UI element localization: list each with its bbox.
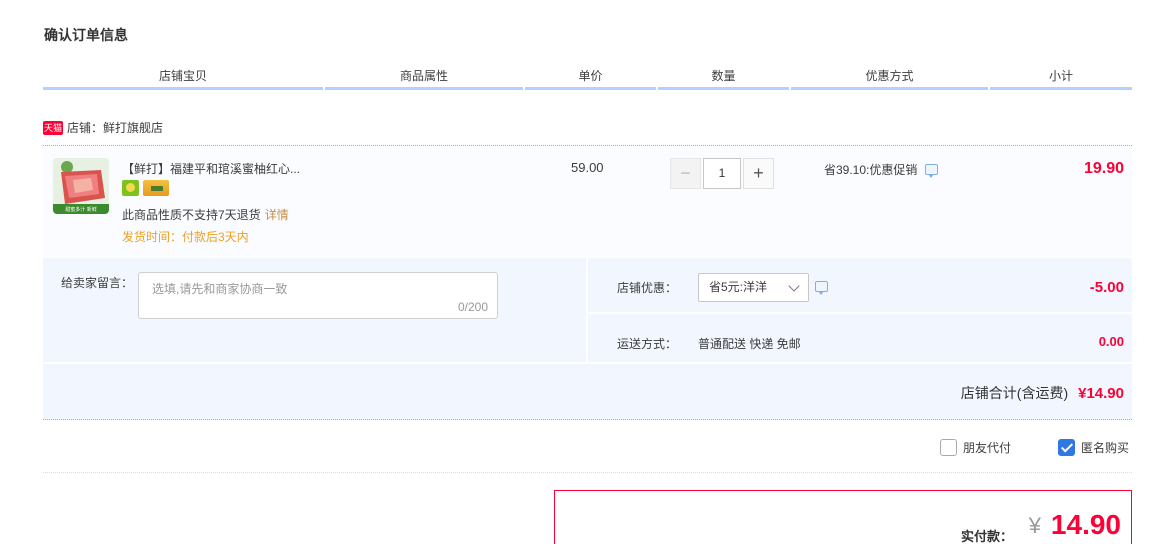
anonymous-option[interactable]: 匿名购买 xyxy=(1058,439,1129,456)
message-char-count: 0/200 xyxy=(457,300,488,314)
shipping-method: 普通配送 快递 免邮 xyxy=(698,337,801,351)
column-quantity: 数量 xyxy=(658,68,789,90)
shop-promo-select[interactable]: 省5元:洋洋 xyxy=(698,273,809,302)
tmall-icon: 天猫 xyxy=(43,120,63,135)
divider xyxy=(586,258,588,362)
quantity-input[interactable]: 1 xyxy=(703,158,741,189)
column-header: 店铺宝贝 商品属性 单价 数量 优惠方式 小计 xyxy=(43,68,1132,90)
page-title: 确认订单信息 xyxy=(44,27,128,43)
divider xyxy=(588,312,1132,314)
item-discount: 省39.10:优惠促销 xyxy=(824,161,939,178)
ship-time: 发货时间：付款后3天内 xyxy=(122,230,249,244)
shop-promo-value: 省5元:洋洋 xyxy=(709,280,768,294)
no-return-text: 此商品性质不支持7天退货 xyxy=(122,208,261,222)
shop-promo-amount: -5.00 xyxy=(1089,279,1124,296)
item-discount-text: 省39.10:优惠促销 xyxy=(824,163,918,177)
quantity-plus-button[interactable]: + xyxy=(743,158,774,189)
order-extras: 给卖家留言： 选填,请先和商家协商一致 0/200 店铺优惠： 省5元:洋洋 -… xyxy=(43,258,1132,420)
column-subtotal: 小计 xyxy=(990,68,1132,90)
item-title[interactable]: 【鲜打】福建平和琯溪蜜柚红心... xyxy=(122,160,300,177)
friend-pay-label: 朋友代付 xyxy=(963,441,1012,455)
shop-total: 店铺合计(含运费) ¥14.90 xyxy=(961,383,1124,403)
guarantee-icon[interactable] xyxy=(122,180,139,196)
credit-card-icon[interactable] xyxy=(143,180,169,196)
shipping-amount: 0.00 xyxy=(1098,334,1124,349)
shop-total-label: 店铺合计(含运费) xyxy=(960,385,1069,401)
message-placeholder: 选填,请先和商家协商一致 xyxy=(152,282,288,296)
chat-icon[interactable] xyxy=(925,164,939,178)
shop-promo-label: 店铺优惠： xyxy=(617,281,678,295)
payment-amount: 14.90 xyxy=(1050,509,1121,540)
anonymous-label: 匿名购买 xyxy=(1081,441,1130,455)
payment-summary: 实付款： ¥ 14.90 xyxy=(554,490,1132,544)
no-return-detail-link[interactable]: 详情 xyxy=(265,208,289,222)
column-attributes: 商品属性 xyxy=(325,68,523,90)
shop-line: 天猫 店铺：鲜打旗舰店 xyxy=(43,119,163,136)
chat-icon[interactable] xyxy=(815,281,828,295)
product-image-caption: 甜蜜多汁 新鲜 xyxy=(65,206,97,213)
shop-name[interactable]: 店铺：鲜打旗舰店 xyxy=(67,119,163,136)
order-item-row: 甜蜜多汁 新鲜 【鲜打】福建平和琯溪蜜柚红心... 此商品性质不支持7天退货 详情… xyxy=(43,146,1132,256)
item-subtotal: 19.90 xyxy=(1083,160,1124,177)
friend-pay-option[interactable]: 朋友代付 xyxy=(940,439,1011,456)
shipping-label: 运送方式： xyxy=(617,337,678,351)
service-badges xyxy=(122,180,169,196)
friend-pay-checkbox[interactable] xyxy=(940,439,957,456)
column-shop-item: 店铺宝贝 xyxy=(43,68,323,90)
seller-message-input[interactable]: 选填,请先和商家协商一致 0/200 xyxy=(138,272,498,319)
divider xyxy=(43,472,1132,473)
payment-currency: ¥ xyxy=(1028,513,1041,538)
shop-total-amount: ¥14.90 xyxy=(1078,385,1124,402)
product-image[interactable]: 甜蜜多汁 新鲜 xyxy=(53,158,109,214)
message-label: 给卖家留言： xyxy=(61,276,134,290)
quantity-minus-button[interactable]: − xyxy=(670,158,701,189)
no-return-notice: 此商品性质不支持7天退货 详情 xyxy=(122,206,289,223)
chevron-down-icon xyxy=(788,280,800,292)
payment-label: 实付款： xyxy=(960,529,1013,544)
anonymous-checkbox[interactable] xyxy=(1058,439,1075,456)
divider xyxy=(43,362,1132,364)
column-unit-price: 单价 xyxy=(525,68,656,90)
column-discount: 优惠方式 xyxy=(791,68,988,90)
quantity-stepper: − 1 + xyxy=(670,158,774,189)
unit-price: 59.00 xyxy=(571,160,604,175)
